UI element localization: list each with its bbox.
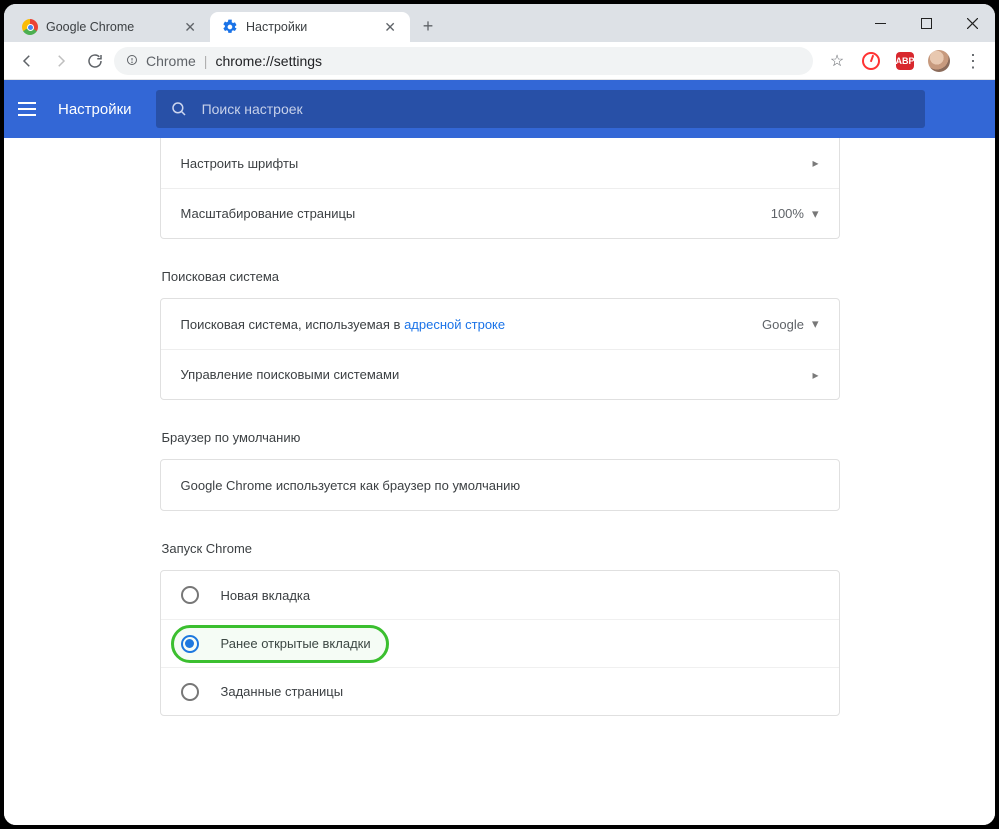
tab-strip: Google Chrome ✕ Настройки ✕ + bbox=[4, 4, 857, 42]
browser-window: Google Chrome ✕ Настройки ✕ + bbox=[4, 4, 995, 825]
option-label: Ранее открытые вкладки bbox=[221, 636, 371, 651]
row-label: Настроить шрифты bbox=[181, 156, 299, 171]
manage-search-engines-row[interactable]: Управление поисковыми системами ▸ bbox=[161, 349, 839, 399]
tab-label: Google Chrome bbox=[46, 20, 174, 34]
back-button[interactable] bbox=[12, 46, 42, 76]
bookmark-star-icon[interactable]: ☆ bbox=[823, 47, 851, 75]
forward-button[interactable] bbox=[46, 46, 76, 76]
tab-label: Настройки bbox=[246, 20, 374, 34]
address-bar[interactable]: Chrome | chrome://settings bbox=[114, 47, 813, 75]
section-title-startup: Запуск Chrome bbox=[162, 541, 840, 556]
window-controls bbox=[857, 4, 995, 42]
page-zoom-row[interactable]: Масштабирование страницы 100% ▾ bbox=[161, 188, 839, 238]
chevron-right-icon: ▸ bbox=[812, 156, 818, 170]
option-label: Заданные страницы bbox=[221, 684, 344, 699]
page-title: Настройки bbox=[58, 101, 132, 118]
default-browser-card: Google Chrome используется как браузер п… bbox=[160, 459, 840, 511]
titlebar: Google Chrome ✕ Настройки ✕ + bbox=[4, 4, 995, 42]
radio-icon bbox=[181, 586, 199, 604]
dropdown-caret-icon[interactable]: ▾ bbox=[812, 206, 819, 222]
startup-option-new-tab[interactable]: Новая вкладка bbox=[161, 571, 839, 619]
search-engine-value: Google bbox=[762, 317, 804, 332]
omnibox-separator: | bbox=[204, 53, 208, 69]
omnibox-chip: Chrome bbox=[146, 53, 196, 69]
search-engine-row[interactable]: Поисковая система, используемая в адресн… bbox=[161, 299, 839, 349]
chrome-icon bbox=[22, 19, 38, 35]
site-info-icon[interactable] bbox=[126, 53, 138, 69]
reload-button[interactable] bbox=[80, 46, 110, 76]
search-engine-card: Поисковая система, используемая в адресн… bbox=[160, 298, 840, 400]
settings-header: Настройки bbox=[4, 80, 995, 138]
search-icon bbox=[170, 100, 188, 118]
startup-card: Новая вкладка Ранее открытые вкладки Зад… bbox=[160, 570, 840, 716]
tab-google-chrome[interactable]: Google Chrome ✕ bbox=[10, 12, 210, 42]
section-title-search-engine: Поисковая система bbox=[162, 269, 840, 284]
startup-option-continue[interactable]: Ранее открытые вкладки bbox=[161, 619, 839, 667]
yandex-extension-icon[interactable] bbox=[857, 47, 885, 75]
close-icon[interactable]: ✕ bbox=[182, 18, 198, 36]
new-tab-button[interactable]: + bbox=[414, 12, 442, 40]
dropdown-caret-icon[interactable]: ▾ bbox=[812, 316, 819, 332]
startup-option-specific-pages[interactable]: Заданные страницы bbox=[161, 667, 839, 715]
appearance-card: Настроить шрифты ▸ Масштабирование стран… bbox=[160, 138, 840, 239]
settings-search[interactable] bbox=[156, 90, 925, 128]
minimize-button[interactable] bbox=[857, 4, 903, 42]
address-bar-link[interactable]: адресной строке bbox=[404, 317, 505, 332]
menu-button[interactable] bbox=[18, 97, 42, 121]
zoom-value: 100% bbox=[771, 206, 804, 221]
settings-search-input[interactable] bbox=[202, 101, 911, 117]
option-label: Новая вкладка bbox=[221, 588, 311, 603]
browser-menu-button[interactable]: ⋮ bbox=[959, 47, 987, 75]
toolbar: Chrome | chrome://settings ☆ ABP ⋮ bbox=[4, 42, 995, 80]
close-icon[interactable]: ✕ bbox=[382, 18, 398, 36]
customize-fonts-row[interactable]: Настроить шрифты ▸ bbox=[161, 138, 839, 188]
row-label: Поисковая система, используемая в адресн… bbox=[181, 317, 506, 332]
omnibox-url: chrome://settings bbox=[215, 53, 322, 69]
toolbar-actions: ☆ ABP ⋮ bbox=[817, 47, 987, 75]
adblock-extension-icon[interactable]: ABP bbox=[891, 47, 919, 75]
gear-icon bbox=[222, 19, 238, 35]
chevron-right-icon: ▸ bbox=[812, 368, 818, 382]
row-label: Google Chrome используется как браузер п… bbox=[181, 478, 521, 493]
radio-icon bbox=[181, 683, 199, 701]
default-browser-row: Google Chrome используется как браузер п… bbox=[161, 460, 839, 510]
radio-icon bbox=[181, 635, 199, 653]
close-window-button[interactable] bbox=[949, 4, 995, 42]
section-title-default-browser: Браузер по умолчанию bbox=[162, 430, 840, 445]
row-label: Управление поисковыми системами bbox=[181, 367, 400, 382]
profile-avatar[interactable] bbox=[925, 47, 953, 75]
row-label: Масштабирование страницы bbox=[181, 206, 356, 221]
tab-settings[interactable]: Настройки ✕ bbox=[210, 12, 410, 42]
settings-body[interactable]: Настроить шрифты ▸ Масштабирование стран… bbox=[4, 138, 995, 825]
maximize-button[interactable] bbox=[903, 4, 949, 42]
